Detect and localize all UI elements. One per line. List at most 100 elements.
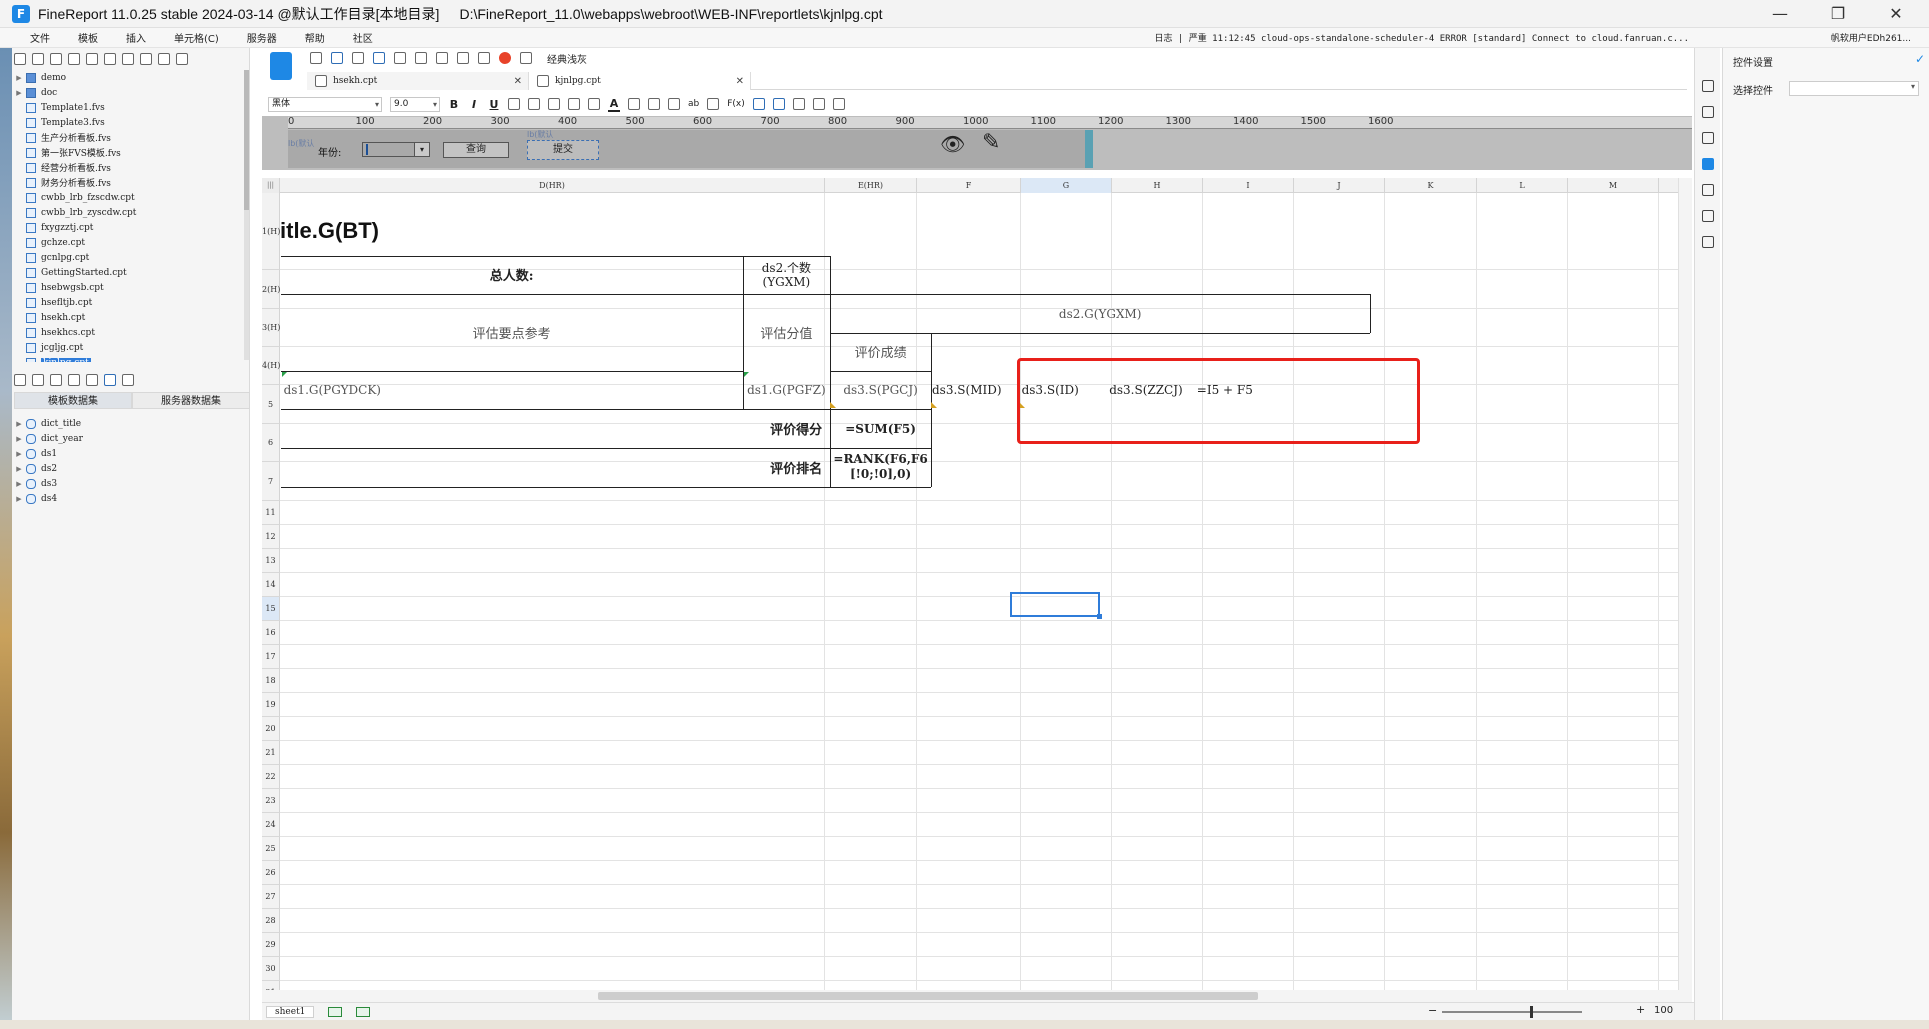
filter-icon[interactable] — [158, 53, 170, 65]
italic-button[interactable]: I — [468, 98, 480, 111]
title-cell[interactable]: itle.G(BT) — [280, 218, 379, 244]
file-tree-item[interactable]: GettingStarted.cpt — [14, 265, 246, 280]
column-header[interactable]: F — [917, 178, 1021, 193]
paste-icon[interactable] — [415, 52, 427, 64]
file-tree-item[interactable]: 第一张FVS模板.fvs — [14, 145, 246, 160]
zoom-in-button[interactable]: + — [1636, 1003, 1645, 1016]
row-header[interactable]: 31 — [262, 981, 280, 990]
row-header[interactable]: 25 — [262, 837, 280, 861]
file-tree-item[interactable]: ▶ doc — [14, 85, 246, 100]
grade-label-cell[interactable]: 评价成绩 — [830, 333, 931, 371]
fill-handle[interactable] — [1097, 614, 1102, 619]
insert-text-icon[interactable] — [668, 98, 680, 110]
grid-corner[interactable]: ||| — [262, 178, 280, 193]
copy-icon[interactable] — [104, 53, 116, 65]
report-grid[interactable]: D(HR) E(HR) F G H I J K L M ||| 1(H) 2(H) 3(H) 4(H) 5… — [262, 178, 1678, 990]
unmerge-cells-icon[interactable] — [648, 98, 660, 110]
save-icon[interactable] — [310, 52, 322, 64]
file-tree-item[interactable]: 生产分析看板.fvs — [14, 130, 246, 145]
insert-chart-icon[interactable] — [752, 98, 765, 110]
alert-icon[interactable] — [499, 52, 511, 64]
close-button[interactable]: ✕ — [1867, 0, 1925, 28]
add-dataset-icon[interactable] — [14, 374, 26, 386]
control-settings-icon[interactable] — [1702, 158, 1714, 170]
row-header[interactable]: 6 — [262, 424, 280, 462]
check-icon[interactable]: ✓ — [1915, 52, 1925, 66]
row-header[interactable]: 26 — [262, 861, 280, 885]
cell-element-icon[interactable] — [832, 98, 845, 110]
sheet-tab[interactable]: sheet1 — [266, 1005, 315, 1018]
search-icon[interactable] — [176, 53, 188, 65]
zoom-value[interactable]: 100 — [1654, 1005, 1673, 1016]
row-header[interactable]: 27 — [262, 885, 280, 909]
font-family-select[interactable]: 黑体 ▾ — [268, 96, 382, 112]
expand-arrow-icon[interactable]: ▶ — [14, 420, 24, 428]
select-control-dropdown[interactable]: ▾ — [1789, 81, 1919, 96]
insert-subreport-icon[interactable] — [812, 98, 825, 110]
grid-horizontal-scroll-thumb[interactable] — [598, 992, 1258, 1000]
cut-icon[interactable] — [373, 52, 385, 64]
zoom-out-button[interactable]: − — [1428, 1004, 1437, 1017]
file-tree-item[interactable]: 财务分析看板.fvs — [14, 175, 246, 190]
dataset-item[interactable]: ▶ dict_title — [14, 416, 246, 431]
row-header[interactable]: 1(H) — [262, 193, 280, 270]
user-account[interactable]: 帆软用户EDh261... — [1831, 31, 1911, 44]
dataset-item[interactable]: ▶ ds1 — [14, 446, 246, 461]
rank-row-label-cell[interactable]: 评价排名 — [743, 448, 831, 487]
score-row-label-cell[interactable]: 评价得分 — [743, 409, 831, 448]
delete-icon[interactable] — [86, 53, 98, 65]
style-theme-label[interactable]: 经典浅灰 — [547, 51, 587, 66]
lock-icon[interactable] — [68, 53, 80, 65]
row-header[interactable]: 29 — [262, 933, 280, 957]
insert-ab-button[interactable]: ab — [688, 99, 699, 109]
score-label-cell[interactable]: 评估分值 — [743, 294, 831, 370]
merge-cells-icon[interactable] — [628, 98, 640, 110]
query-button[interactable]: 查询 — [443, 142, 509, 158]
param-dataset-icon[interactable] — [86, 374, 98, 386]
font-color-button[interactable]: A — [608, 97, 620, 112]
file-tree-item[interactable]: cwbb_lrb_zyscdw.cpt — [14, 205, 246, 220]
active-cell-selection[interactable] — [1010, 592, 1100, 617]
border-icon[interactable] — [568, 98, 580, 110]
column-header[interactable]: D(HR) — [280, 178, 825, 193]
row-header[interactable]: 5 — [262, 385, 280, 424]
template-settings-icon[interactable] — [457, 52, 469, 64]
tab-template-datasets[interactable]: 模板数据集 — [14, 392, 132, 409]
column-header[interactable]: K — [1385, 178, 1477, 193]
close-tab-icon[interactable]: ✕ — [736, 76, 744, 87]
row-header[interactable]: 15 — [262, 597, 280, 621]
insert-formula-button[interactable]: F(x) — [727, 99, 745, 109]
maximize-button[interactable]: ❐ — [1809, 0, 1867, 28]
row-header[interactable]: 18 — [262, 669, 280, 693]
tab-server-datasets[interactable]: 服务器数据集 — [132, 392, 250, 409]
format-painter-icon[interactable] — [436, 52, 448, 64]
menu-help[interactable]: 帮助 — [291, 30, 339, 45]
grid-vertical-scrollbar[interactable] — [1678, 178, 1692, 990]
font-size-select[interactable]: 9.0 ▾ — [390, 96, 440, 112]
file-tree-item[interactable]: hsekh.cpt — [14, 310, 246, 325]
row-header[interactable]: 23 — [262, 789, 280, 813]
zoom-slider-thumb[interactable] — [1530, 1006, 1533, 1018]
close-tab-icon[interactable]: ✕ — [514, 76, 522, 87]
condition-attr-icon[interactable] — [1702, 184, 1714, 196]
copy-icon[interactable] — [394, 52, 406, 64]
open-icon[interactable] — [50, 53, 62, 65]
widget-settings-icon[interactable] — [1702, 132, 1714, 144]
edit-dataset-icon[interactable] — [32, 374, 44, 386]
column-header[interactable]: L — [1477, 178, 1568, 193]
zoom-slider[interactable] — [1442, 1011, 1582, 1013]
menu-community[interactable]: 社区 — [339, 30, 387, 45]
file-tree-item[interactable]: fxygzztj.cpt — [14, 220, 246, 235]
count-cell[interactable]: ds2.个数(YGXM) — [743, 256, 831, 295]
expand-arrow-icon[interactable]: ▶ — [14, 450, 24, 458]
expand-arrow-icon[interactable]: ▶ — [14, 465, 24, 473]
dataset-item[interactable]: ▶ ds3 — [14, 476, 246, 491]
preview-icon[interactable] — [478, 52, 490, 64]
row-header[interactable]: 2(H) — [262, 270, 280, 309]
column-header[interactable]: J — [1294, 178, 1385, 193]
align-center-icon[interactable] — [528, 98, 540, 110]
expand-arrow-icon[interactable]: ▶ — [14, 89, 24, 97]
row-header[interactable]: 16 — [262, 621, 280, 645]
row-header[interactable]: 14 — [262, 573, 280, 597]
underline-button[interactable]: U — [488, 98, 500, 111]
